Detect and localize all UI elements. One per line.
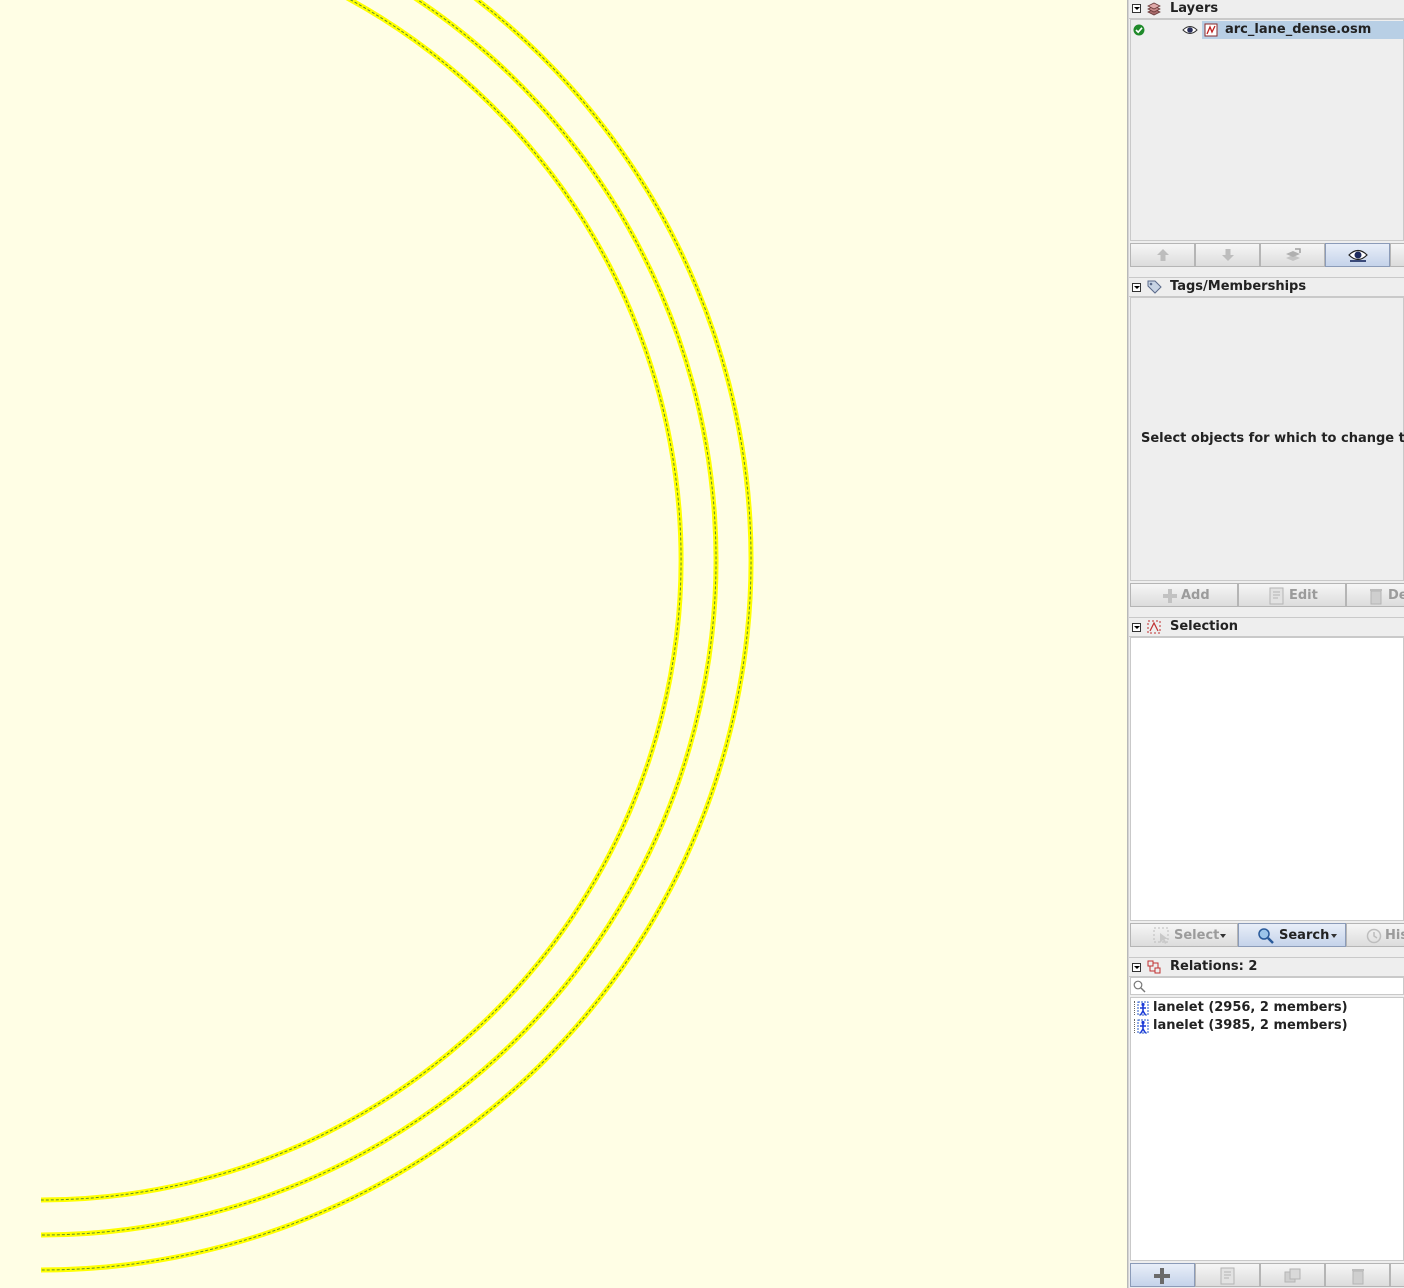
tag-icon [1147, 280, 1162, 294]
more-layer-button[interactable] [1390, 243, 1404, 267]
duplicate-relation-icon [1284, 1268, 1301, 1283]
layers-title: Layers [1170, 1, 1219, 16]
history-button[interactable]: His [1346, 923, 1404, 947]
search-button[interactable]: Search [1238, 923, 1346, 947]
lane-boundary-middle[interactable] [40, 0, 719, 1238]
collapse-icon[interactable] [1132, 4, 1141, 13]
select-button[interactable]: Select [1130, 923, 1238, 947]
layers-button-bar [1130, 243, 1404, 269]
move-down-icon [1222, 249, 1234, 261]
merge-icon [1286, 248, 1301, 261]
relation-label[interactable]: lanelet (3985, 2 members) [1153, 1017, 1348, 1035]
tags-button-bar: Add Edit De [1130, 583, 1404, 609]
edit-relation-button[interactable] [1195, 1263, 1260, 1287]
search-icon [1133, 980, 1146, 993]
layer-row[interactable]: arc_lane_dense.osm [1131, 21, 1404, 39]
edit-label: Edit [1289, 588, 1318, 603]
more-relation-button[interactable] [1390, 1263, 1404, 1287]
history-label: His [1385, 928, 1404, 943]
new-relation-icon [1154, 1268, 1170, 1284]
map-view[interactable] [0, 0, 1127, 1288]
relation-icon [1147, 960, 1161, 974]
lanelet-relation-icon [1137, 1019, 1149, 1034]
add-label: Add [1181, 588, 1210, 603]
layer-name[interactable]: arc_lane_dense.osm [1225, 21, 1371, 39]
list-item[interactable]: lanelet (2956, 2 members) [1131, 999, 1404, 1017]
relations-dialog: Relations: 2 lanelet (2956, 2 members) l… [1129, 957, 1404, 1288]
delete-relation-icon [1352, 1269, 1364, 1285]
delete-label: De [1388, 588, 1404, 603]
selection-dialog: Selection Select Search His [1129, 617, 1404, 952]
search-icon [1258, 928, 1274, 944]
move-up-button[interactable] [1130, 243, 1195, 267]
selection-list[interactable] [1130, 637, 1404, 921]
add-icon [1163, 589, 1177, 603]
relation-label[interactable]: lanelet (2956, 2 members) [1153, 999, 1348, 1017]
eye-icon[interactable] [1182, 24, 1198, 36]
delete-relation-button[interactable] [1325, 1263, 1390, 1287]
edit-tag-button[interactable]: Edit [1238, 583, 1346, 607]
layers-title-bar[interactable]: Layers [1129, 0, 1404, 19]
layers-icon [1147, 2, 1161, 16]
duplicate-relation-button[interactable] [1260, 1263, 1325, 1287]
list-item[interactable]: lanelet (3985, 2 members) [1131, 1017, 1404, 1035]
tags-empty-message: Select objects for which to change ta [1141, 431, 1404, 446]
map-canvas[interactable] [0, 0, 1127, 1288]
tags-dialog: Tags/Memberships Select objects for whic… [1129, 277, 1404, 612]
tree-line [1134, 1019, 1135, 1033]
selection-button-bar: Select Search His [1130, 923, 1404, 949]
relations-button-bar [1130, 1263, 1404, 1288]
side-panel: Layers arc_lane_dense.osm Tags/Membershi… [1129, 0, 1404, 1288]
collapse-icon[interactable] [1132, 623, 1141, 632]
selection-title: Selection [1170, 619, 1239, 634]
search-label: Search [1279, 928, 1330, 943]
layers-list[interactable]: arc_lane_dense.osm [1130, 19, 1404, 241]
move-up-icon [1157, 249, 1169, 261]
collapse-icon[interactable] [1132, 283, 1141, 292]
relations-title-bar[interactable]: Relations: 2 [1129, 957, 1404, 977]
relations-list[interactable]: lanelet (2956, 2 members) lanelet (3985,… [1130, 997, 1404, 1261]
chevron-down-icon[interactable] [1331, 934, 1337, 938]
visibility-toggle-icon [1348, 249, 1368, 262]
lane-boundary-middle-line [40, 0, 717, 1236]
lanelet-relation-icon [1137, 1001, 1149, 1016]
visibility-toggle-button[interactable] [1325, 243, 1390, 267]
lane-boundary-outer[interactable] [40, 0, 754, 1273]
selection-title-bar[interactable]: Selection [1129, 617, 1404, 637]
osm-layer-icon [1204, 23, 1218, 37]
select-label: Select [1174, 928, 1220, 943]
selection-icon [1147, 620, 1161, 634]
relation-filter-input[interactable] [1148, 978, 1400, 994]
edit-icon [1269, 587, 1284, 605]
delete-icon [1370, 589, 1382, 605]
tree-line [1134, 1001, 1135, 1015]
collapse-icon[interactable] [1132, 963, 1141, 972]
relation-filter-field[interactable] [1130, 977, 1404, 995]
relations-title: Relations: 2 [1170, 959, 1258, 974]
tags-title-bar[interactable]: Tags/Memberships [1129, 277, 1404, 297]
select-icon [1153, 927, 1169, 944]
edit-relation-icon [1220, 1267, 1235, 1285]
new-relation-button[interactable] [1130, 1263, 1195, 1287]
move-down-button[interactable] [1195, 243, 1260, 267]
layers-dialog: Layers arc_lane_dense.osm [1129, 0, 1404, 272]
merge-button[interactable] [1260, 243, 1325, 267]
tags-table[interactable]: Select objects for which to change ta [1130, 297, 1404, 581]
delete-tag-button[interactable]: De [1346, 583, 1404, 607]
add-tag-button[interactable]: Add [1130, 583, 1238, 607]
history-icon [1366, 928, 1382, 944]
tags-title: Tags/Memberships [1170, 279, 1307, 294]
chevron-down-icon[interactable] [1220, 934, 1226, 938]
active-layer-check-icon[interactable] [1133, 24, 1145, 36]
